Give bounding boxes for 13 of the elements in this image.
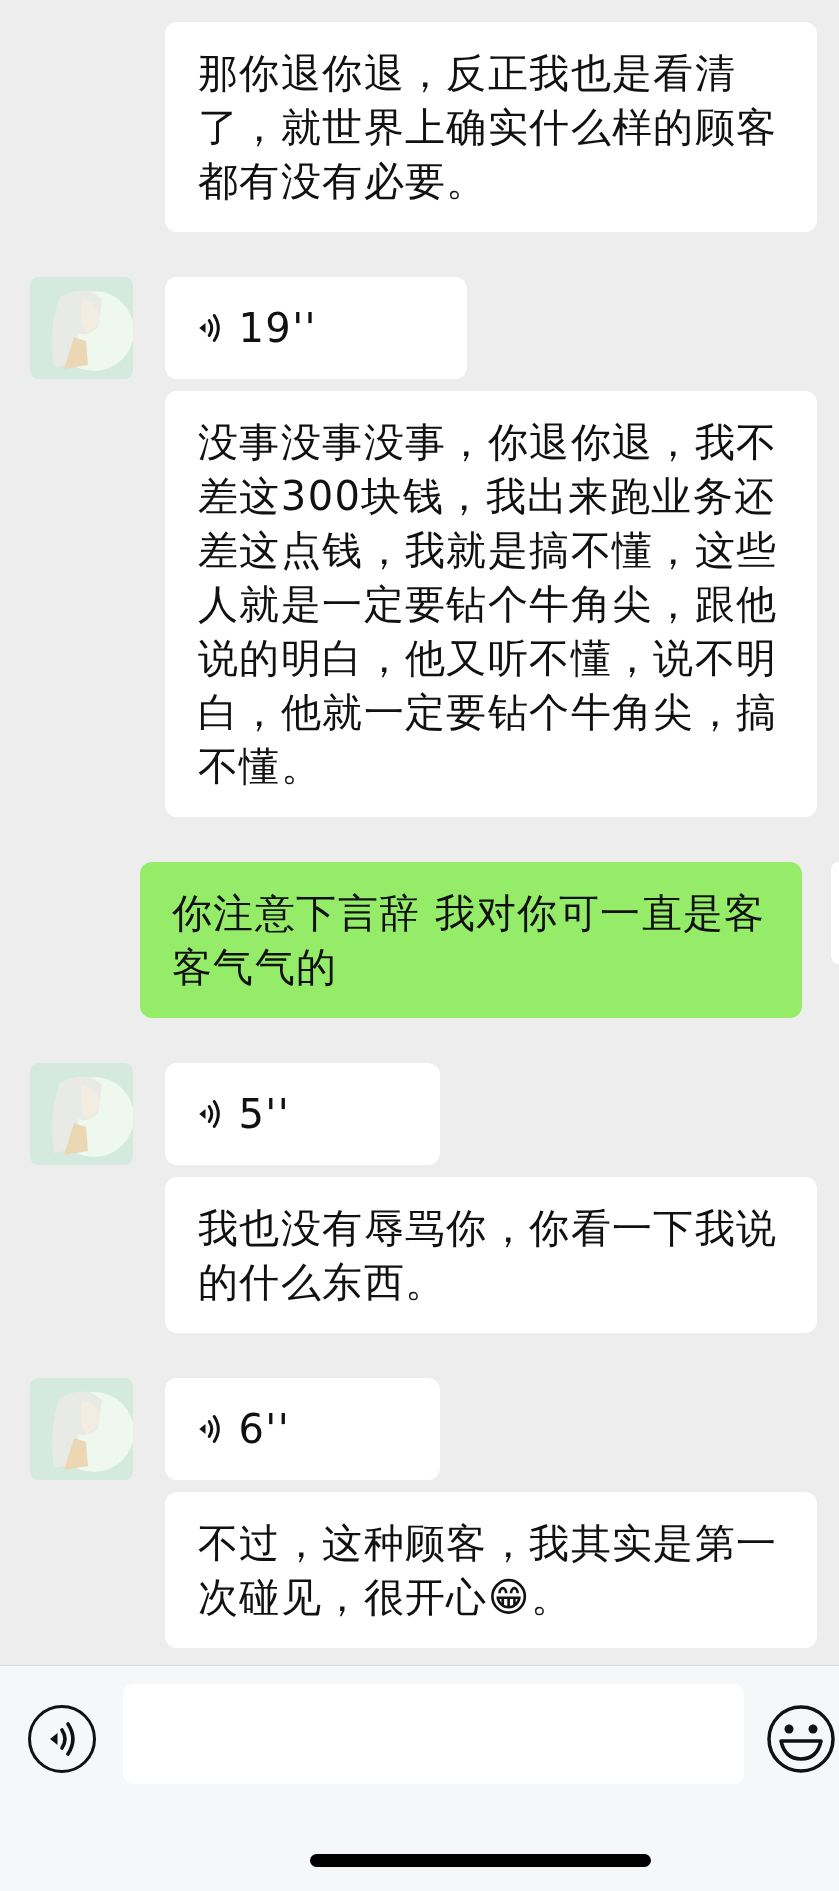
voice-button[interactable] — [28, 1705, 96, 1773]
voice-icon — [198, 313, 221, 343]
message-bubble: 我也没有辱骂你，你看一下我说的什么东西。 — [165, 1177, 817, 1333]
voice-message[interactable]: 5'' — [165, 1063, 441, 1165]
emoji-button[interactable] — [767, 1705, 835, 1773]
message-bubble: 你注意下言辞 我对你可一直是客客气气的 — [140, 862, 802, 1018]
message-bubble: 那你退你退，反正我也是看清了，就世界上确实什么样的顾客都有没有必要。 — [165, 22, 817, 232]
voice-icon — [198, 1414, 221, 1444]
voice-icon — [198, 1099, 221, 1129]
message-bubble: 没事没事没事，你退你退，我不差这300块钱，我出来跑业务还差这点钱，我就是搞不懂，这些人就是一定要钻个牛角尖，跟他说的明白，他又听不懂，说不明白，他就一定要钻个牛角尖，搞不懂。 — [165, 391, 817, 817]
voice-message[interactable]: 19'' — [165, 277, 467, 379]
voice-message[interactable]: 6'' — [165, 1378, 441, 1480]
message-bubble: 不过，这种顾客，我其实是第一次碰见，很开心😁。 — [165, 1492, 817, 1648]
